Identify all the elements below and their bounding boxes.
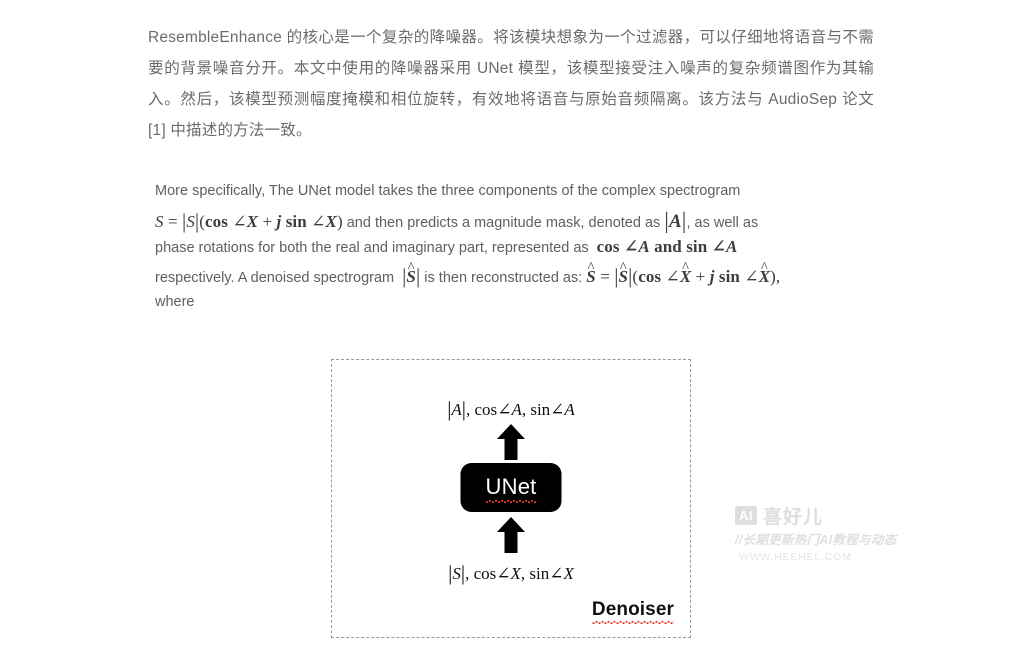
english-line-4-mid: is then reconstructed as: [424, 270, 583, 286]
english-line-5: where [155, 294, 195, 310]
unet-block: UNet [460, 463, 562, 512]
english-line-4-text: respectively. A denoised spectrogram [155, 270, 395, 286]
english-line-2-tail: , as well as [686, 215, 759, 231]
formula-magnitude-mask: |A| [664, 208, 687, 233]
english-line-2-text: and then predicts a magnitude mask, deno… [346, 215, 661, 231]
formula-denoised-spectrogram: ^ S = | ^ S|(cos ∠ ^ X + j sin ∠ ^ X), [586, 260, 781, 288]
diagram-output-label: |A|, cos∠A, sin∠A [447, 397, 575, 421]
spellcheck-underline-denoiser [591, 621, 674, 624]
arrow-up-output-icon [497, 424, 525, 460]
page-root: ResembleEnhance 的核心是一个复杂的降噪器。将该模块想象为一个过滤… [0, 0, 1024, 659]
chinese-intro-paragraph: ResembleEnhance 的核心是一个复杂的降噪器。将该模块想象为一个过滤… [148, 22, 874, 146]
diagram-input-label: |S|, cos∠X, sin∠X [448, 561, 574, 585]
arrow-up-input-icon [497, 517, 525, 553]
english-line-4: respectively. A denoised spectrogram | ^ S|… [155, 260, 873, 289]
watermark-ai-badge: AI [735, 505, 757, 525]
formula-phase-rotations: cos ∠A and sin ∠A [596, 237, 738, 256]
term-unet: UNet [476, 59, 514, 77]
unet-block-label: UNet [485, 473, 537, 503]
watermark-tagline: //长期更新热门AI教程与动态 [735, 533, 897, 547]
term-resemble-enhance: ResembleEnhance [148, 28, 282, 46]
english-line-2: S = |S|(cos ∠X + j sin ∠X) and then predi… [155, 205, 873, 233]
english-line-1: More specifically, The UNet model takes … [155, 183, 741, 199]
denoiser-caption-text: Denoiser [591, 599, 674, 620]
watermark: AI 喜好儿 //长期更新热门AI教程与动态 WWW.HEEHEL.COM [735, 503, 915, 565]
formula-input-spectrogram: S = |S|(cos ∠X + j sin ∠X) [155, 209, 343, 233]
watermark-url: WWW.HEEHEL.COM [739, 551, 852, 563]
denoiser-caption: Denoiser [591, 599, 674, 624]
denoiser-diagram: |A|, cos∠A, sin∠A UNet |S|, cos∠X, sin∠X… [331, 359, 691, 638]
formula-denoised-magnitude: | ^ S| [402, 260, 421, 288]
english-line-3-text: phase rotations for both the real and im… [155, 240, 589, 256]
term-audiosep: AudioSep [768, 90, 838, 108]
english-explanation-paragraph: More specifically, The UNet model takes … [155, 178, 873, 316]
watermark-logo-row: AI 喜好儿 [735, 503, 915, 528]
spellcheck-underline-unet [485, 499, 537, 503]
unet-label-text: UNet [485, 473, 537, 499]
watermark-brand: 喜好儿 [763, 506, 824, 528]
